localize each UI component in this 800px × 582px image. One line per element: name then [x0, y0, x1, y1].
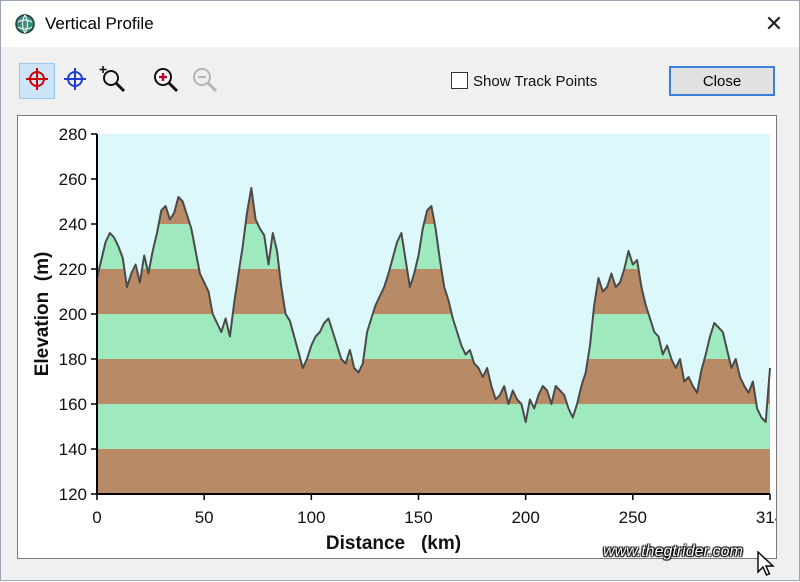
y-tick-label: 260: [59, 170, 87, 189]
y-tick-label: 180: [59, 350, 87, 369]
y-tick-label: 220: [59, 260, 87, 279]
elevation-band: [97, 404, 770, 449]
y-tick-label: 120: [59, 485, 87, 504]
x-tick-label: 0: [92, 508, 101, 527]
x-tick-label: 200: [511, 508, 539, 527]
y-axis-title: Elevation (m): [32, 252, 53, 377]
zoom-in-button[interactable]: [147, 63, 183, 99]
y-tick-label: 200: [59, 305, 87, 324]
y-tick-label: 160: [59, 395, 87, 414]
blue-crosshair-icon: [62, 66, 88, 97]
mouse-cursor-icon: [757, 550, 775, 582]
elevation-band: [97, 359, 770, 404]
globe-app-icon: [14, 13, 36, 35]
y-tick-label: 240: [59, 215, 87, 234]
close-button[interactable]: Close: [669, 66, 775, 96]
watermark-text: www.thegtrider.com: [603, 543, 743, 560]
y-tick-label: 140: [59, 440, 87, 459]
x-tick-label: 314: [756, 508, 776, 527]
red-crosshair-icon: [24, 66, 50, 97]
blue-crosshair-tool-button[interactable]: [57, 63, 93, 99]
x-tick-label: 150: [404, 508, 432, 527]
zoom-in-icon: [151, 65, 179, 98]
x-axis-title: Distance (km): [326, 533, 461, 554]
zoom-box-icon: [99, 65, 127, 98]
elevation-chart: 120 140 160 180 200 220 240 260 280 0 50 100 150 200 2…: [32, 125, 784, 554]
x-tick-label: 100: [297, 508, 325, 527]
y-tick-label: 280: [59, 125, 87, 144]
elevation-band: [97, 449, 770, 494]
chart-panel: 120 140 160 180 200 220 240 260 280 0 50 100 150 200 2…: [17, 115, 784, 559]
window-close-button[interactable]: ✕: [753, 7, 795, 41]
zoom-out-icon: [190, 65, 218, 98]
x-tick-label: 250: [619, 508, 647, 527]
x-tick-label: 50: [195, 508, 214, 527]
zoom-box-tool-button[interactable]: [95, 63, 131, 99]
vertical-profile-window: Vertical Profile ✕ Show Track Points Clo…: [0, 0, 800, 581]
show-track-points-checkbox[interactable]: [451, 72, 468, 89]
zoom-out-button[interactable]: [186, 63, 222, 99]
show-track-points-label[interactable]: Show Track Points: [473, 73, 597, 90]
title-bar: Vertical Profile ✕: [1, 1, 799, 47]
red-crosshair-tool-button[interactable]: [19, 63, 55, 99]
window-title: Vertical Profile: [45, 14, 154, 33]
